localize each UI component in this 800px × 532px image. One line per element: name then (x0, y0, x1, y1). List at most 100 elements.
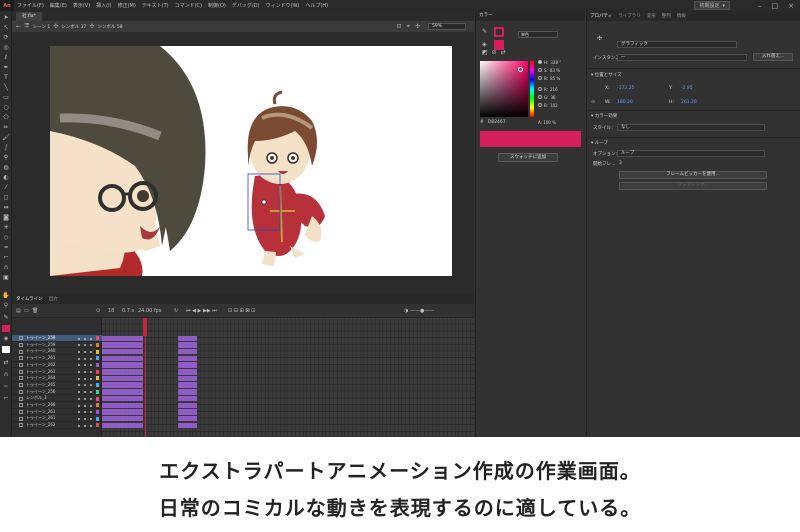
layer-row[interactable]: トゥイーン_261 (12, 409, 102, 416)
straighten-option-icon[interactable]: ⌐ (2, 395, 10, 403)
fill-type-select[interactable]: 単色 (518, 31, 558, 38)
tween-span[interactable] (102, 402, 144, 408)
lasso-tool-icon[interactable]: ℓ (2, 54, 10, 62)
g-value[interactable]: 36 (550, 95, 555, 100)
radio-g[interactable] (538, 95, 542, 99)
tween-span[interactable] (102, 342, 144, 348)
x-value[interactable]: -172.25 (617, 86, 634, 91)
hex-value[interactable]: D82467 (488, 120, 506, 125)
link-icon[interactable]: ∞ (591, 99, 595, 105)
layer-color-tag[interactable] (96, 369, 99, 374)
layer-name[interactable]: トゥイーン_261 (26, 415, 55, 422)
layer-toggle-dot[interactable] (78, 357, 80, 360)
frames-grid[interactable] (102, 318, 474, 437)
instance-name-field[interactable]: 一 (617, 54, 747, 61)
layer-toggle-dot[interactable] (84, 357, 86, 360)
menu-control[interactable]: 制御(O) (205, 2, 229, 9)
layer-toggle-dot[interactable] (84, 344, 86, 347)
maximize-icon[interactable]: □ (772, 2, 779, 10)
new-layer-icon[interactable]: ▤ (16, 308, 21, 314)
layer-name[interactable]: トゥイーン_265 (26, 382, 55, 389)
radio-blue[interactable] (538, 103, 542, 107)
menu-edit[interactable]: 編集(E) (47, 2, 70, 9)
layer-toggle-dot[interactable] (90, 417, 92, 420)
layer-toggle-dot[interactable] (90, 371, 92, 373)
layer-toggle-dot[interactable] (90, 404, 92, 407)
tween-span[interactable] (178, 355, 197, 362)
tween-span[interactable] (102, 415, 144, 422)
tween-span[interactable] (178, 389, 197, 395)
line-tool-icon[interactable]: ╲ (2, 84, 10, 92)
ink-bottle-tool-icon[interactable]: ◐ (2, 174, 10, 182)
tween-span[interactable] (102, 355, 144, 362)
layer-toggle-dot[interactable] (90, 350, 92, 353)
tween-span[interactable] (102, 369, 144, 375)
stage-canvas[interactable] (50, 46, 452, 276)
layer-toggle-dot[interactable] (78, 424, 80, 427)
layer-toggle-dot[interactable] (78, 404, 80, 407)
polystar-tool-icon[interactable]: ⬠ (2, 114, 10, 122)
tab-transform[interactable]: 変形 (647, 13, 656, 19)
layer-name[interactable]: トゥイーン_264 (26, 375, 55, 382)
add-to-swatches-button[interactable]: スウォッチに追加 (498, 153, 558, 162)
fill-color-swatch[interactable] (2, 346, 10, 353)
b-value[interactable]: 85 % (550, 76, 560, 81)
tab-properties[interactable]: プロパティ (590, 13, 612, 19)
layer-toggle-dot[interactable] (84, 391, 86, 394)
stroke-swatch[interactable] (494, 27, 504, 37)
breadcrumb-scene[interactable]: シーン 1 (33, 24, 51, 30)
menu-modify[interactable]: 修正(M) (115, 2, 139, 9)
blue-value[interactable]: 102 (550, 103, 558, 108)
hue-slider[interactable] (530, 61, 534, 117)
oval-tool-icon[interactable]: ○ (2, 104, 10, 112)
tab-timeline[interactable]: タイムライン (16, 296, 43, 302)
color-effect-header[interactable]: ▾ カラー効果 (591, 113, 617, 119)
brush-tool-icon[interactable]: 🖌 (2, 134, 10, 142)
loop-options-select[interactable]: ループ (617, 150, 765, 157)
layer-row[interactable]: トゥイーン_259 (12, 342, 102, 349)
layer-color-tag[interactable] (96, 403, 99, 408)
tween-span[interactable] (178, 342, 197, 348)
layer-color-tag[interactable] (96, 349, 99, 354)
layer-toggle-dot[interactable] (90, 384, 92, 387)
tween-span[interactable] (178, 422, 197, 429)
tween-span[interactable] (178, 335, 197, 341)
position-size-header[interactable]: ▾ 位置とサイズ (591, 72, 622, 78)
frame-rate[interactable]: 24.00 fps (138, 308, 161, 314)
delete-layer-icon[interactable]: 🗑 (32, 308, 38, 314)
3d-rotation-tool-icon[interactable]: ◎ (2, 44, 10, 52)
free-transform-tool-icon[interactable]: ⟳ (2, 34, 10, 42)
symbol-type-select[interactable]: グラフィック (617, 41, 737, 48)
layer-toggle-dot[interactable] (90, 364, 92, 367)
stroke-color-swatch[interactable] (2, 325, 10, 332)
menu-window[interactable]: ウィンドウ(W) (263, 2, 303, 9)
menu-help[interactable]: ヘルプ(H) (302, 2, 331, 9)
tween-span[interactable] (178, 415, 197, 422)
tween-span[interactable] (102, 389, 144, 395)
playhead[interactable] (143, 318, 147, 336)
swap-button[interactable]: 入れ替え... (753, 53, 793, 61)
smooth-icon[interactable]: ≈ (2, 244, 10, 252)
layer-toggle-dot[interactable] (78, 337, 80, 340)
camera-tool-icon[interactable]: ◙ (2, 214, 10, 222)
h-value[interactable]: 338 ° (550, 60, 561, 65)
subselection-tool-icon[interactable]: ↖ (2, 24, 10, 32)
color-picker-marker[interactable] (518, 67, 523, 72)
layer-name[interactable]: トゥイーン_262 (26, 362, 55, 369)
menu-file[interactable]: ファイル(F) (14, 2, 47, 9)
layer-toggle-dot[interactable] (84, 404, 86, 407)
layer-name[interactable]: トゥイーン_258 (26, 335, 55, 342)
tween-span[interactable] (178, 402, 197, 408)
tween-span[interactable] (178, 375, 197, 382)
tab-align[interactable]: 整列 (662, 13, 671, 19)
layer-color-tag[interactable] (96, 416, 99, 421)
tween-span[interactable] (102, 375, 144, 382)
swap-colors-icon[interactable]: ⇄ (2, 359, 10, 367)
smooth-option-icon[interactable]: ~ (2, 383, 10, 391)
layer-color-tag[interactable] (96, 342, 99, 347)
layer-name[interactable]: トゥイーン_262 (26, 422, 55, 429)
layer-toggle-dot[interactable] (84, 337, 86, 340)
layer-row[interactable]: トゥイーン_264 (12, 375, 102, 382)
minimize-icon[interactable]: – (758, 2, 762, 10)
pen-tool-icon[interactable]: ✒ (2, 64, 10, 72)
